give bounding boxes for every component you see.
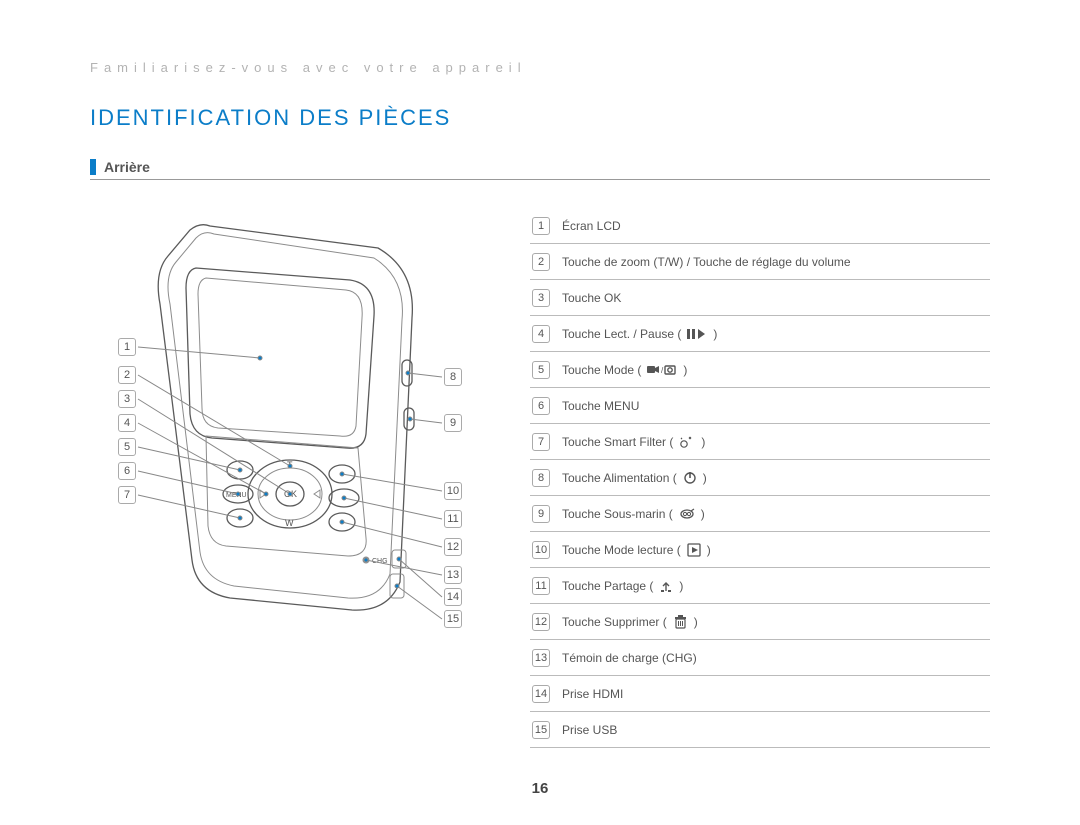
callout-right-15: 15 [444, 610, 462, 628]
legend-row-13: 13 Témoin de charge (CHG) [530, 640, 990, 676]
legend-number: 13 [532, 649, 550, 667]
play-icon [687, 543, 701, 557]
legend-label: Touche Supprimer () [562, 615, 990, 629]
legend-row-12: 12 Touche Supprimer () [530, 604, 990, 640]
callout-right-13: 13 [444, 566, 462, 584]
legend-number: 15 [532, 721, 550, 739]
legend-label: Touche MENU [562, 399, 990, 413]
callout-left-5: 5 [118, 438, 136, 456]
trash-icon [673, 615, 688, 629]
legend-number: 14 [532, 685, 550, 703]
legend-number: 4 [532, 325, 550, 343]
legend-number: 9 [532, 505, 550, 523]
playpause-icon [687, 327, 707, 341]
legend-label: Touche Mode lecture () [562, 543, 990, 557]
parts-legend: 1 Écran LCD 2 Touche de zoom (T/W) / Touche… [530, 208, 990, 748]
legend-label: Prise HDMI [562, 687, 990, 701]
page-number: 16 [0, 780, 1080, 797]
trash-icon [673, 615, 688, 629]
callout-right-14: 14 [444, 588, 462, 606]
play-icon [687, 543, 701, 557]
subheader-text: Arrière [104, 159, 150, 175]
underwater-icon [679, 507, 695, 521]
callout-right-8: 8 [444, 368, 462, 386]
callout-left-3: 3 [118, 390, 136, 408]
videocam-camera-icon: / [647, 363, 677, 377]
legend-number: 8 [532, 469, 550, 487]
legend-label: Touche Smart Filter () [562, 435, 990, 449]
callout-right-11: 11 [444, 510, 462, 528]
legend-row-9: 9 Touche Sous-marin () [530, 496, 990, 532]
legend-label: Touche OK [562, 291, 990, 305]
legend-number: 11 [532, 577, 550, 595]
legend-number: 2 [532, 253, 550, 271]
callout-left-4: 4 [118, 414, 136, 432]
legend-row-7: 7 Touche Smart Filter () [530, 424, 990, 460]
playpause-icon [687, 327, 707, 341]
callout-right-9: 9 [444, 414, 462, 432]
share-icon [659, 579, 673, 593]
subheader-marker [90, 159, 96, 175]
legend-row-8: 8 Touche Alimentation () [530, 460, 990, 496]
callout-left-6: 6 [118, 462, 136, 480]
legend-label: Touche Lect. / Pause () [562, 327, 990, 341]
power-icon [683, 471, 697, 485]
callout-right-10: 10 [444, 482, 462, 500]
sparkle-icon [679, 435, 695, 449]
subheader-row: Arrière [90, 159, 990, 180]
legend-label: Témoin de charge (CHG) [562, 651, 990, 665]
section-title: IDENTIFICATION DES PIÈCES [90, 105, 990, 131]
callout-left-2: 2 [118, 366, 136, 384]
legend-row-11: 11 Touche Partage () [530, 568, 990, 604]
legend-label: Touche Mode (/) [562, 363, 990, 377]
callout-left-1: 1 [118, 338, 136, 356]
legend-number: 10 [532, 541, 550, 559]
legend-row-1: 1 Écran LCD [530, 208, 990, 244]
videocam-camera-icon: / [647, 363, 677, 377]
legend-row-3: 3 Touche OK [530, 280, 990, 316]
callout-left-7: 7 [118, 486, 136, 504]
legend-number: 7 [532, 433, 550, 451]
legend-label: Touche Alimentation () [562, 471, 990, 485]
chapter-label: Familiarisez-vous avec votre appareil [90, 60, 990, 75]
device-illustration: .ln{fill:none;stroke:#5a5a5a;stroke-widt… [90, 208, 480, 638]
legend-number: 1 [532, 217, 550, 235]
legend-number: 3 [532, 289, 550, 307]
legend-number: 12 [532, 613, 550, 631]
legend-row-10: 10 Touche Mode lecture () [530, 532, 990, 568]
legend-label: Touche de zoom (T/W) / Touche de réglage… [562, 255, 990, 269]
legend-row-6: 6 Touche MENU [530, 388, 990, 424]
legend-label: Touche Sous-marin () [562, 507, 990, 521]
legend-label: Écran LCD [562, 219, 990, 233]
legend-row-14: 14 Prise HDMI [530, 676, 990, 712]
share-icon [659, 579, 673, 593]
underwater-icon [679, 507, 695, 521]
legend-row-4: 4 Touche Lect. / Pause () [530, 316, 990, 352]
legend-label: Prise USB [562, 723, 990, 737]
legend-row-2: 2 Touche de zoom (T/W) / Touche de réglag… [530, 244, 990, 280]
legend-row-5: 5 Touche Mode (/) [530, 352, 990, 388]
svg-text:/: / [661, 366, 664, 375]
svg-text:W: W [285, 518, 294, 528]
legend-label: Touche Partage () [562, 579, 990, 593]
callout-right-12: 12 [444, 538, 462, 556]
camcorder-back-svg: .ln{fill:none;stroke:#5a5a5a;stroke-widt… [90, 208, 480, 638]
legend-row-15: 15 Prise USB [530, 712, 990, 748]
sparkle-icon [679, 435, 695, 449]
legend-number: 6 [532, 397, 550, 415]
legend-number: 5 [532, 361, 550, 379]
power-icon [683, 471, 697, 485]
